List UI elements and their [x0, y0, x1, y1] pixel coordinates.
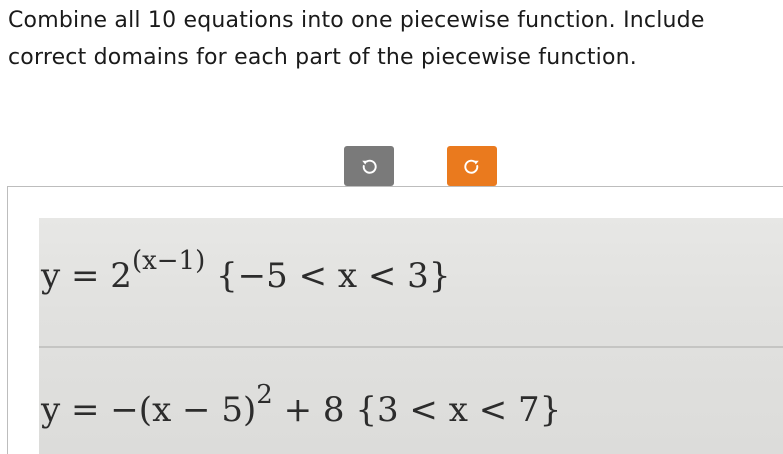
uploaded-photo: y = 2(x−1) {−5 < x < 3} y = −(x − 5)2 + … — [39, 218, 783, 454]
row-divider — [39, 346, 783, 348]
question-instructions: Combine all 10 equations into one piecew… — [8, 2, 783, 76]
equation-2-lhs: y = −(x − 5) — [41, 390, 257, 430]
redo-icon — [464, 159, 479, 174]
instructions-line-2: correct domains for each part of the pie… — [8, 45, 637, 70]
undo-icon — [362, 159, 377, 174]
instructions-line-1: Combine all 10 equations into one piecew… — [8, 8, 705, 33]
equation-1-domain: {−5 < x < 3} — [216, 256, 451, 296]
equation-2-domain: {3 < x < 7} — [355, 390, 562, 430]
equation-1-exponent: (x−1) — [131, 246, 206, 276]
equation-2: y = −(x − 5)2 + 8 {3 < x < 7} — [41, 382, 562, 430]
page: Combine all 10 equations into one piecew… — [0, 0, 783, 454]
equation-2-exponent: 2 — [256, 380, 273, 410]
equation-1-lhs: y = 2 — [41, 256, 132, 296]
equation-2-rest: + 8 — [272, 390, 345, 430]
redo-button[interactable] — [447, 146, 497, 186]
equation-1: y = 2(x−1) {−5 < x < 3} — [41, 248, 451, 296]
undo-button[interactable] — [344, 146, 394, 186]
